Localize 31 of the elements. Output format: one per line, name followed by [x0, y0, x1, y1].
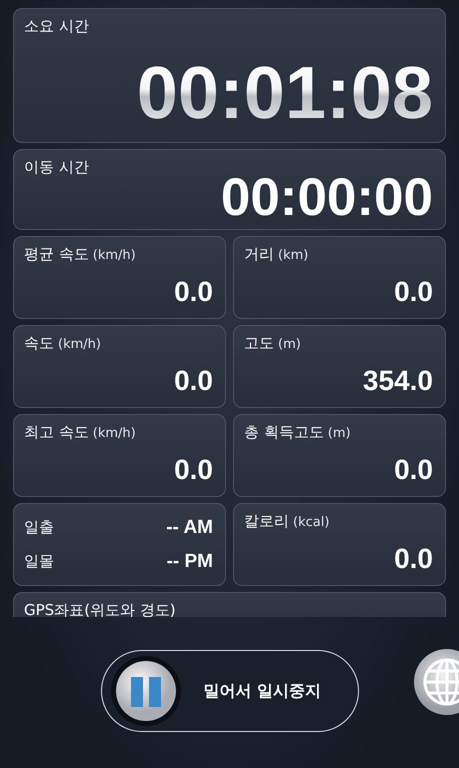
stat-value: 0.0	[174, 278, 213, 306]
stat-label: 평균 속도	[24, 245, 89, 264]
sun-label: 일몰	[24, 552, 54, 571]
stat-label: 거리	[244, 245, 274, 264]
sun-time: -- PM	[166, 550, 213, 572]
stat-value: 0.0	[174, 367, 213, 395]
stat-label: 속도	[24, 334, 54, 353]
unit-label: (km/h)	[92, 426, 136, 441]
card-label: 소요 시간	[24, 17, 90, 36]
unit-label: (km/h)	[92, 248, 136, 263]
stat-value: 0.0	[394, 545, 433, 573]
stat-value: 354.0	[362, 367, 433, 395]
unit-label: (km)	[278, 248, 308, 263]
card-label: 이동 시간	[24, 158, 90, 177]
sun-time: -- AM	[166, 516, 213, 538]
unit-label: (kcal)	[293, 515, 330, 530]
moving-time: 00:00:00	[220, 171, 433, 224]
stat-label: 총 획득고도	[244, 423, 324, 442]
stat-label: 고도	[244, 334, 274, 353]
unit-label: (m)	[278, 337, 301, 352]
card-label: GPS좌표(위도와 경도)	[24, 601, 177, 617]
slide-to-pause-slider[interactable]: 밀어서 일시중지	[100, 650, 358, 732]
unit-label: (m)	[328, 426, 351, 441]
stat-label: 최고 속도	[24, 423, 89, 442]
pause-knob-icon[interactable]	[110, 655, 182, 727]
stat-value: 0.0	[394, 278, 433, 306]
stat-label: 칼로리	[244, 512, 289, 531]
stat-value: 0.0	[174, 456, 213, 484]
stat-value: 0.0	[394, 456, 433, 484]
sun-label: 일출	[24, 518, 54, 537]
unit-label: (km/h)	[58, 337, 101, 352]
